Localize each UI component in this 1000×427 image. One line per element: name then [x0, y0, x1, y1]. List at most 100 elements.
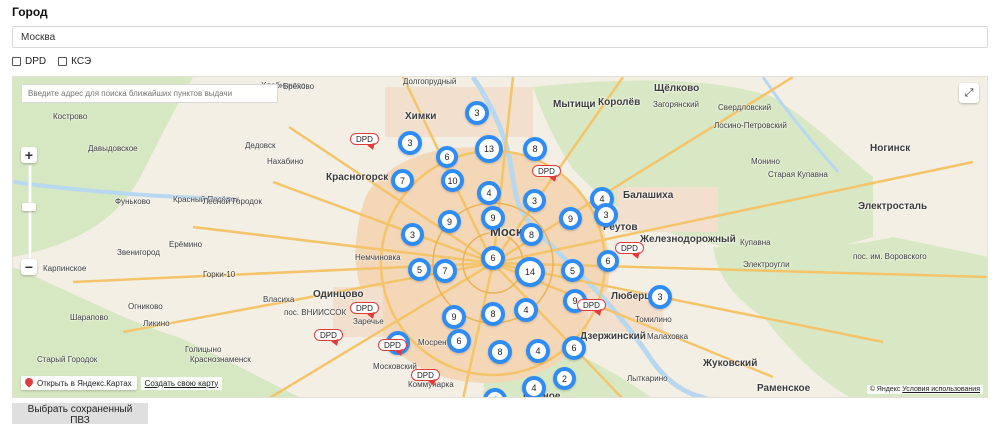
cluster-marker[interactable]: 4	[477, 181, 501, 205]
cluster-marker[interactable]: 4	[514, 298, 538, 322]
page: Город DPD КСЭ	[0, 0, 1000, 427]
cluster-marker[interactable]: 9	[438, 210, 461, 233]
place-label: Мытищи	[553, 99, 596, 110]
place-label: Брёхово	[283, 82, 315, 91]
map-search-input[interactable]	[21, 84, 278, 103]
place-label: Краснознаменск	[190, 355, 251, 364]
place-label: Купавна	[740, 238, 771, 247]
filter-dpd[interactable]: DPD	[12, 56, 46, 67]
dpd-pin-marker[interactable]: DPD	[350, 133, 379, 145]
cluster-marker[interactable]: 8	[520, 223, 543, 246]
place-label: Электроугли	[743, 260, 790, 269]
place-label: Ногинск	[870, 143, 911, 154]
dpd-label: DPD	[25, 56, 47, 67]
dpd-pin-marker[interactable]: DPD	[411, 369, 440, 381]
zoom-control[interactable]: + −	[21, 147, 37, 275]
place-label: Долгопрудный	[403, 77, 457, 86]
place-label: Красногорск	[326, 172, 389, 183]
zoom-out-button[interactable]: −	[21, 259, 37, 275]
map-actions: Открыть в Яндекс.Картах Создать свою кар…	[21, 376, 223, 390]
cluster-marker[interactable]: 9	[481, 206, 505, 230]
dpd-pin-marker[interactable]: DPD	[350, 302, 379, 314]
cluster-marker[interactable]: 3	[594, 203, 618, 227]
cluster-marker[interactable]: 9	[442, 305, 466, 329]
cluster-marker[interactable]: 14	[515, 257, 545, 287]
place-label: Железнодорожный	[640, 234, 736, 245]
zoom-slider[interactable]	[28, 165, 32, 259]
kse-checkbox[interactable]	[58, 57, 68, 66]
cluster-marker[interactable]: 10	[441, 169, 464, 192]
select-saved-pickup-point-button[interactable]: Выбрать сохраненный ПВЗ	[12, 403, 148, 426]
place-label: Голицыно	[185, 345, 222, 354]
cluster-marker[interactable]: 3	[401, 223, 424, 246]
cluster-marker[interactable]: 2	[553, 367, 576, 390]
place-label: Звенигород	[117, 248, 160, 257]
cluster-marker[interactable]: 9	[559, 207, 582, 230]
zoom-in-button[interactable]: +	[21, 147, 37, 163]
place-label: Щёлково	[654, 83, 700, 94]
place-label: Старая Купавна	[768, 170, 828, 179]
place-label: Лосино-Петровский	[714, 121, 787, 130]
place-label: Лесной Городок	[203, 197, 262, 206]
cluster-marker[interactable]: 13	[475, 135, 503, 163]
place-label: Балашиха	[623, 190, 674, 201]
place-label: Московский	[373, 362, 417, 371]
cluster-marker[interactable]: 6	[436, 146, 458, 168]
place-label: Свердловский	[718, 103, 772, 112]
cluster-marker[interactable]: 3	[648, 285, 672, 309]
filter-kse[interactable]: КСЭ	[58, 56, 91, 67]
cluster-marker[interactable]: 8	[523, 137, 547, 161]
cluster-marker[interactable]: 6	[562, 336, 586, 360]
place-label: Дедовск	[245, 141, 276, 150]
place-label: Давыдовское	[88, 144, 138, 153]
dpd-pin-marker[interactable]: DPD	[378, 339, 407, 351]
city-label: Город	[12, 5, 48, 19]
place-label: Томилино	[635, 315, 672, 324]
cluster-marker[interactable]: 8	[488, 340, 512, 364]
place-label: Нахабино	[267, 157, 304, 166]
cluster-marker[interactable]: 5	[408, 258, 431, 281]
create-map-link[interactable]: Создать свою карту	[140, 376, 223, 390]
cluster-marker[interactable]: 6	[481, 246, 505, 270]
place-label: Ликино	[143, 319, 170, 328]
location-pin-icon	[25, 378, 33, 388]
place-label: Химки	[405, 111, 437, 122]
place-label: Власиха	[263, 295, 295, 304]
cluster-marker[interactable]: 8	[481, 302, 505, 326]
place-label: Электросталь	[858, 201, 928, 212]
copyright-text: © Яндекс	[869, 386, 901, 393]
open-in-yandex-maps[interactable]: Открыть в Яндекс.Картах	[21, 376, 137, 390]
cluster-marker[interactable]: 6	[447, 329, 471, 353]
copyright: © Яндекс Условия использования	[866, 385, 983, 394]
dpd-pin-marker[interactable]: DPD	[532, 165, 561, 177]
dpd-pin-marker[interactable]: DPD	[577, 299, 606, 311]
cluster-marker[interactable]: 5	[561, 259, 584, 282]
place-label: Жуковский	[703, 358, 758, 369]
zoom-handle[interactable]	[22, 203, 36, 211]
carrier-filters: DPD КСЭ	[12, 56, 91, 67]
cluster-marker[interactable]: 4	[522, 376, 546, 397]
map[interactable]: Хлебниково Долгопрудный Мытищи Королёв Щёлко…	[12, 76, 988, 398]
place-label: Дзержинский	[580, 331, 646, 342]
cluster-marker[interactable]: 3	[398, 131, 422, 155]
city-input[interactable]	[12, 26, 988, 48]
cluster-marker[interactable]: 3	[465, 101, 489, 125]
dpd-pin-marker[interactable]: DPD	[314, 329, 343, 341]
cluster-marker[interactable]: 4	[526, 339, 550, 363]
place-label: Старый Городок	[37, 355, 98, 364]
place-label: Королёв	[598, 97, 641, 108]
place-label: Шарапово	[70, 313, 109, 322]
place-label: Карпинское	[43, 264, 87, 273]
cluster-marker[interactable]: 3	[523, 189, 546, 212]
cluster-marker[interactable]: 7	[391, 169, 414, 192]
cluster-marker[interactable]: 6	[597, 250, 619, 272]
place-label: Загорянский	[653, 100, 700, 109]
terms-link[interactable]: Условия использования	[902, 386, 980, 393]
dpd-pin-marker[interactable]: DPD	[615, 242, 644, 254]
place-label: пос. ВНИИССОК	[284, 308, 347, 317]
place-label: Ерёмино	[169, 240, 203, 249]
place-label: Немчиновка	[355, 253, 401, 262]
cluster-marker[interactable]: 7	[433, 259, 457, 283]
fullscreen-button[interactable]: ⤢	[959, 83, 979, 103]
dpd-checkbox[interactable]	[12, 57, 21, 66]
